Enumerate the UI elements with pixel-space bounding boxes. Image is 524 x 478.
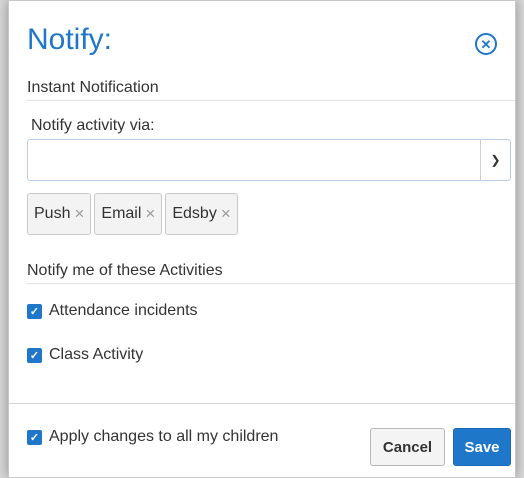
notify-via-label: Notify activity via:: [31, 117, 155, 134]
tag-email: Email ×: [94, 193, 163, 235]
tag-label: Edsby: [172, 205, 217, 222]
save-button[interactable]: Save: [453, 428, 511, 466]
remove-tag-icon[interactable]: ×: [145, 204, 155, 224]
checkbox-checked-icon[interactable]: ✓: [27, 347, 42, 363]
remove-tag-icon[interactable]: ×: [74, 204, 84, 224]
checkbox-checked-icon[interactable]: ✓: [27, 303, 42, 319]
tag-edsby: Edsby ×: [165, 193, 238, 235]
dialog-title: Notify:: [27, 23, 113, 56]
close-icon[interactable]: ✕: [475, 33, 497, 55]
section-divider: [27, 283, 515, 284]
channel-tags: Push × Email × Edsby ×: [27, 193, 238, 235]
instant-notification-heading: Instant Notification: [27, 79, 159, 96]
activity-label: Class Activity: [49, 346, 144, 363]
apply-all-checkbox[interactable]: ✓ Apply changes to all my children: [27, 428, 278, 446]
remove-tag-icon[interactable]: ×: [221, 204, 231, 224]
section-divider: [27, 100, 515, 101]
activity-label: Attendance incidents: [49, 302, 198, 319]
activities-heading: Notify me of these Activities: [27, 262, 223, 279]
checkbox-checked-icon[interactable]: ✓: [27, 429, 42, 445]
dialog-footer: ✓ Apply changes to all my children Cance…: [9, 403, 515, 477]
apply-all-label: Apply changes to all my children: [49, 428, 279, 445]
tag-label: Push: [34, 205, 71, 222]
cancel-button[interactable]: Cancel: [370, 428, 445, 466]
tag-label: Email: [101, 205, 142, 222]
tag-push: Push ×: [27, 193, 92, 235]
activity-class[interactable]: ✓ Class Activity: [27, 346, 143, 364]
notify-via-select[interactable]: ❯: [27, 139, 511, 181]
activity-attendance[interactable]: ✓ Attendance incidents: [27, 302, 198, 320]
notify-dialog: Notify: ✕ Instant Notification Notify ac…: [8, 0, 516, 478]
chevron-down-icon[interactable]: ❯: [480, 140, 510, 180]
